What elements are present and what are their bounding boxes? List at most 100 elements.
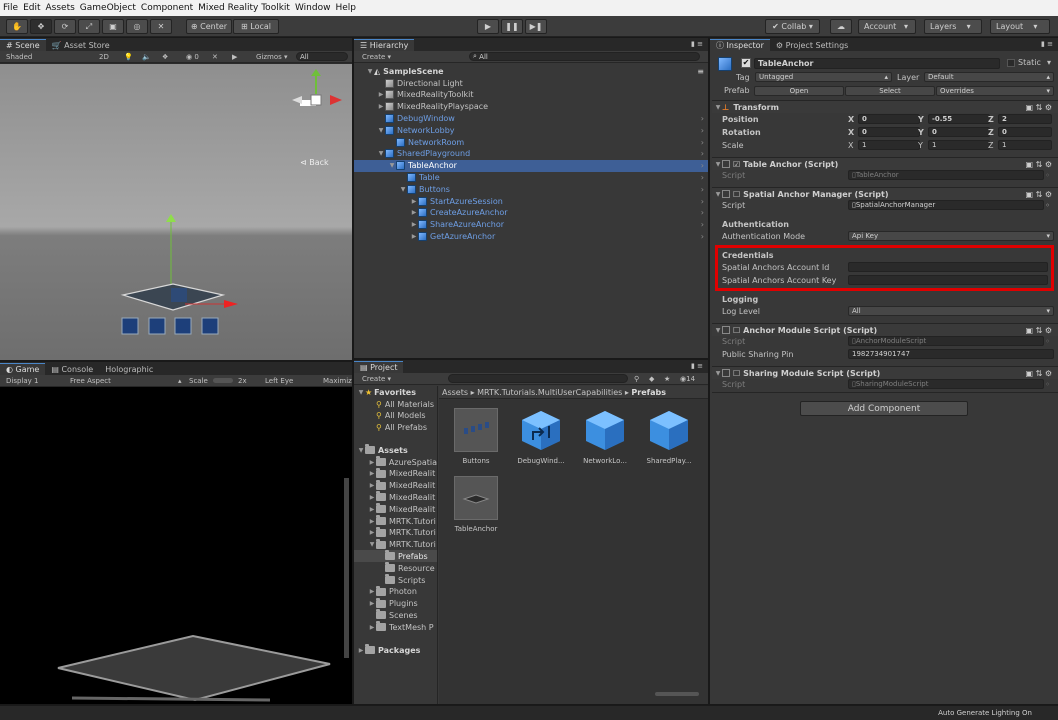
menu-gameobject[interactable]: GameObject <box>80 3 136 13</box>
hierarchy-item[interactable]: ▶ GetAzureAnchor › <box>354 230 708 242</box>
menu-file[interactable]: File <box>3 3 18 13</box>
scale-x-field[interactable]: 1 <box>858 140 920 150</box>
back-link[interactable]: ⊲ Back <box>300 158 329 167</box>
transform-header[interactable]: ▼ ⊥ Transform ▣ ⇅ ⚙ <box>712 100 1058 113</box>
open-prefab-chevron-icon[interactable]: › <box>701 197 704 206</box>
rotate-tool-icon[interactable]: ⟳ <box>54 19 76 34</box>
hidden-count-icon[interactable]: ◉ 0 <box>186 53 199 61</box>
menu-edit[interactable]: Edit <box>23 3 40 13</box>
asset-debugwindow[interactable]: DebugWind... <box>511 408 571 465</box>
project-folder-item[interactable]: Resource <box>354 562 437 574</box>
menu-window[interactable]: Window <box>295 3 331 13</box>
enabled-checkbox[interactable]: ☐ <box>733 369 740 378</box>
hierarchy-search-input[interactable]: ⌕ All <box>469 52 700 61</box>
open-prefab-chevron-icon[interactable]: › <box>701 185 704 194</box>
project-folder-item[interactable]: ▶ MixedRealit <box>354 491 437 503</box>
collab-dropdown[interactable]: ✔ Collab ▾ <box>765 19 820 34</box>
favorites-item[interactable]: ⚲ All Materials <box>354 398 437 410</box>
expand-arrow-icon[interactable]: ▶ <box>368 459 376 466</box>
project-menu-icon[interactable]: ▮ ≡ <box>691 362 703 370</box>
project-search-input[interactable] <box>448 374 628 383</box>
hand-tool-icon[interactable]: ✋ <box>6 19 28 34</box>
open-prefab-chevron-icon[interactable]: › <box>701 173 704 182</box>
expand-arrow-icon[interactable]: ▶ <box>368 494 376 501</box>
hierarchy-item[interactable]: Directional Light <box>354 77 708 89</box>
prefab-overrides-dropdown[interactable]: Overrides ▾ <box>936 86 1054 96</box>
expand-arrow-icon[interactable]: ▼ <box>388 162 396 169</box>
auth-mode-dropdown[interactable]: Api Key ▾ <box>848 231 1054 241</box>
open-prefab-chevron-icon[interactable]: › <box>701 232 704 241</box>
position-x-field[interactable]: 0 <box>858 114 920 124</box>
script-object-field[interactable]: ▯ SpatialAnchorManager <box>848 200 1044 210</box>
tab-console[interactable]: ▤ Console <box>45 363 99 375</box>
tab-scene[interactable]: # Scene <box>0 39 46 51</box>
hierarchy-item[interactable]: ▼ SharedPlayground › <box>354 148 708 160</box>
favorites-item[interactable]: ⚲ All Prefabs <box>354 422 437 434</box>
scale-z-field[interactable]: 1 <box>998 140 1052 150</box>
project-folder-item[interactable]: ▶ MRTK.Tutori <box>354 526 437 539</box>
tab-hierarchy[interactable]: ☰ Hierarchy <box>354 39 415 51</box>
maximize-toggle[interactable]: Maximiz <box>323 377 352 385</box>
expand-arrow-icon[interactable]: ▶ <box>410 198 418 205</box>
hierarchy-item[interactable]: ▼ TableAnchor › <box>354 159 708 172</box>
component-settings-icon[interactable]: ▣ ⇅ ⚙ <box>1025 326 1052 335</box>
hierarchy-item[interactable]: ▶ ShareAzureAnchor › <box>354 219 708 231</box>
component-settings-icon[interactable]: ▣ ⇅ ⚙ <box>1025 369 1052 378</box>
panel-menu-icon[interactable]: ▮ ≡ <box>691 40 703 48</box>
hierarchy-item[interactable]: DebugWindow › <box>354 112 708 124</box>
tag-dropdown[interactable]: Untagged ▴ <box>755 72 892 82</box>
expand-arrow-icon[interactable]: ▶ <box>377 103 385 110</box>
rotation-x-field[interactable]: 0 <box>858 127 920 137</box>
hierarchy-item[interactable]: ▶ MixedRealityToolkit <box>354 89 708 101</box>
asset-tableanchor[interactable]: TableAnchor <box>446 476 506 533</box>
breadcrumb-assets[interactable]: Assets <box>442 388 468 397</box>
open-prefab-chevron-icon[interactable]: › <box>701 138 704 147</box>
thumbnail-size-slider[interactable] <box>655 692 699 696</box>
project-folder-item[interactable]: Prefabs <box>354 550 437 563</box>
expand-arrow-icon[interactable]: ▼ <box>377 127 385 134</box>
object-name-field[interactable]: TableAnchor <box>754 58 1000 69</box>
pivot-center-button[interactable]: ⊕ Center <box>186 19 232 34</box>
expand-arrow-icon[interactable]: ▶ <box>368 624 376 631</box>
add-component-button[interactable]: Add Component <box>800 401 968 416</box>
project-folder-item[interactable]: ▶ MixedRealit <box>354 467 437 480</box>
expand-arrow-icon[interactable]: ▼ <box>366 68 374 75</box>
expand-arrow-icon[interactable]: ▶ <box>368 588 376 595</box>
project-folder-item[interactable]: ▶ MixedRealit <box>354 503 437 515</box>
audio-icon[interactable]: 🔈 <box>142 53 151 61</box>
project-folder-item[interactable]: ▶ MRTK.Tutori <box>354 515 437 527</box>
project-folder-item[interactable]: ▶ Photon <box>354 585 437 598</box>
open-prefab-chevron-icon[interactable]: › <box>701 220 704 229</box>
assets-root[interactable]: ▼ Assets <box>354 444 437 456</box>
expand-arrow-icon[interactable]: ▼ <box>368 541 376 548</box>
step-button[interactable]: ▶❚ <box>525 19 547 34</box>
open-prefab-chevron-icon[interactable]: › <box>701 161 704 170</box>
static-checkbox[interactable] <box>1007 59 1015 67</box>
enabled-checkbox[interactable]: ☐ <box>733 326 740 335</box>
play-button[interactable]: ▶ <box>477 19 499 34</box>
display-dropdown[interactable]: Display 1 <box>6 377 38 385</box>
eye-dropdown[interactable]: Left Eye <box>265 377 293 385</box>
expand-arrow-icon[interactable]: ▶ <box>410 221 418 228</box>
favorites-header[interactable]: ▼ ★ Favorites <box>354 386 437 398</box>
filter-label-icon[interactable]: ◆ <box>649 375 654 383</box>
expand-arrow-icon[interactable]: ▶ <box>377 91 385 98</box>
menu-assets[interactable]: Assets <box>46 3 75 13</box>
filter-type-icon[interactable]: ⚲ <box>634 375 639 383</box>
static-dropdown-icon[interactable]: ▾ <box>1047 58 1051 67</box>
expand-arrow-icon[interactable]: ▶ <box>410 233 418 240</box>
layers-dropdown[interactable]: Layers ▾ <box>924 19 982 34</box>
project-folder-item[interactable]: ▶ MixedRealit <box>354 479 437 492</box>
gizmos-dropdown[interactable]: Gizmos ▾ <box>256 53 288 61</box>
tab-project-settings[interactable]: ⚙ Project Settings <box>770 39 854 51</box>
breadcrumb-mrtk[interactable]: MRTK.Tutorials.MultiUserCapabilities <box>477 388 622 397</box>
position-y-field[interactable]: -0.55 <box>928 114 990 124</box>
move-tool-icon[interactable]: ✥ <box>30 19 52 34</box>
tab-game[interactable]: ◐ Game <box>0 363 46 375</box>
camera-icon[interactable]: ▶ <box>232 53 237 61</box>
tab-inspector[interactable]: ⓘ Inspector <box>710 39 770 51</box>
expand-arrow-icon[interactable]: ▼ <box>377 150 385 157</box>
active-checkbox[interactable]: ✔ <box>741 58 751 68</box>
project-folder-item[interactable]: Scripts <box>354 574 437 586</box>
prefab-open-button[interactable]: Open <box>754 86 844 96</box>
